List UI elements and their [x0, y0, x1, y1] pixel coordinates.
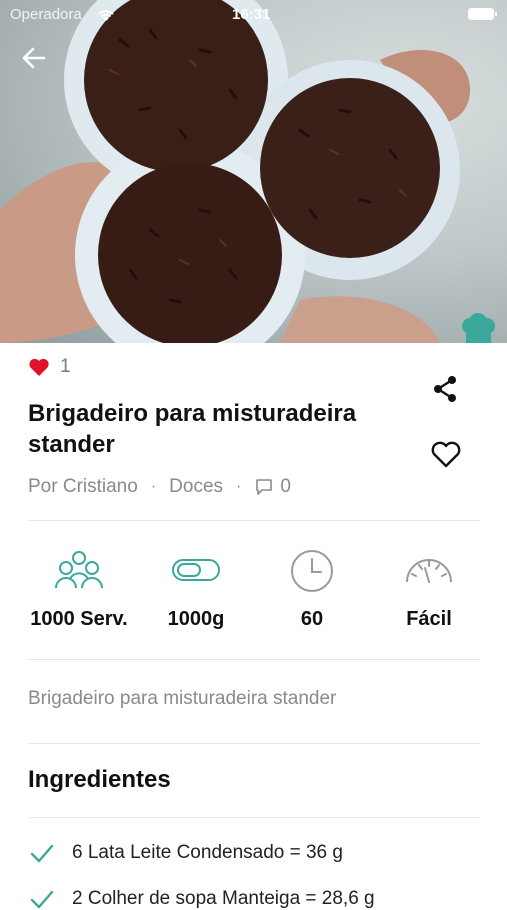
gauge-icon	[406, 559, 452, 583]
recipe-byline: Por Cristiano · Doces · 0	[28, 476, 291, 498]
like-count: 1	[60, 356, 71, 377]
likes-row: 1	[28, 356, 71, 378]
weight-stat: 1000g	[136, 548, 256, 630]
chef-hat-icon	[462, 313, 495, 343]
check-icon	[30, 844, 54, 863]
divider	[28, 817, 480, 818]
weight-value: 1000g	[167, 608, 225, 630]
difficulty-stat: Fácil	[369, 548, 489, 630]
ingredient-item[interactable]: 2 Colher de sopa Manteiga = 28,6 g	[28, 888, 375, 910]
favorite-heart-icon[interactable]	[429, 437, 463, 471]
ingredient-text: 6 Lata Leite Condensado = 36 g	[72, 842, 343, 863]
separator-dot: ·	[150, 478, 157, 495]
recipe-title: Brigadeiro para misturadeira stander	[28, 400, 357, 458]
divider	[28, 743, 480, 744]
recipe-photo: Operadora 16:31	[0, 0, 507, 343]
category-link[interactable]: Doces	[169, 476, 223, 498]
heart-filled-icon	[29, 358, 49, 376]
wifi-icon	[98, 10, 114, 21]
carrier-label: Operadora	[10, 6, 82, 23]
share-icon[interactable]	[429, 372, 463, 406]
check-icon	[30, 890, 54, 909]
comment-count: 0	[280, 476, 291, 497]
comment-icon[interactable]	[254, 477, 274, 497]
divider	[28, 520, 480, 521]
clock-icon	[291, 550, 333, 592]
difficulty-value: Fácil	[406, 608, 452, 630]
recipe-description: Brigadeiro para misturadeira stander	[28, 688, 337, 709]
ingredients-heading: Ingredientes	[28, 766, 171, 793]
time-value: 60	[300, 608, 324, 630]
time-stat: 60	[252, 548, 372, 630]
scale-icon	[172, 559, 220, 581]
author-link[interactable]: Por Cristiano	[28, 476, 138, 498]
servings-stat: 1000 Serv.	[19, 548, 139, 630]
separator-dot: ·	[236, 478, 242, 495]
people-icon	[55, 551, 103, 589]
clock: 16:31	[232, 6, 271, 23]
ingredient-item[interactable]: 6 Lata Leite Condensado = 36 g	[28, 842, 343, 864]
back-arrow-icon[interactable]	[18, 42, 50, 74]
ingredient-text: 2 Colher de sopa Manteiga = 28,6 g	[72, 888, 375, 909]
status-bar: Operadora 16:31	[0, 0, 507, 30]
recipe-stats: 1000 Serv. 1000g 60 Fácil	[0, 548, 507, 638]
divider	[28, 659, 480, 660]
brigadeiro-illustration	[0, 0, 470, 343]
servings-value: 1000 Serv.	[30, 608, 128, 630]
battery-icon	[468, 8, 497, 20]
